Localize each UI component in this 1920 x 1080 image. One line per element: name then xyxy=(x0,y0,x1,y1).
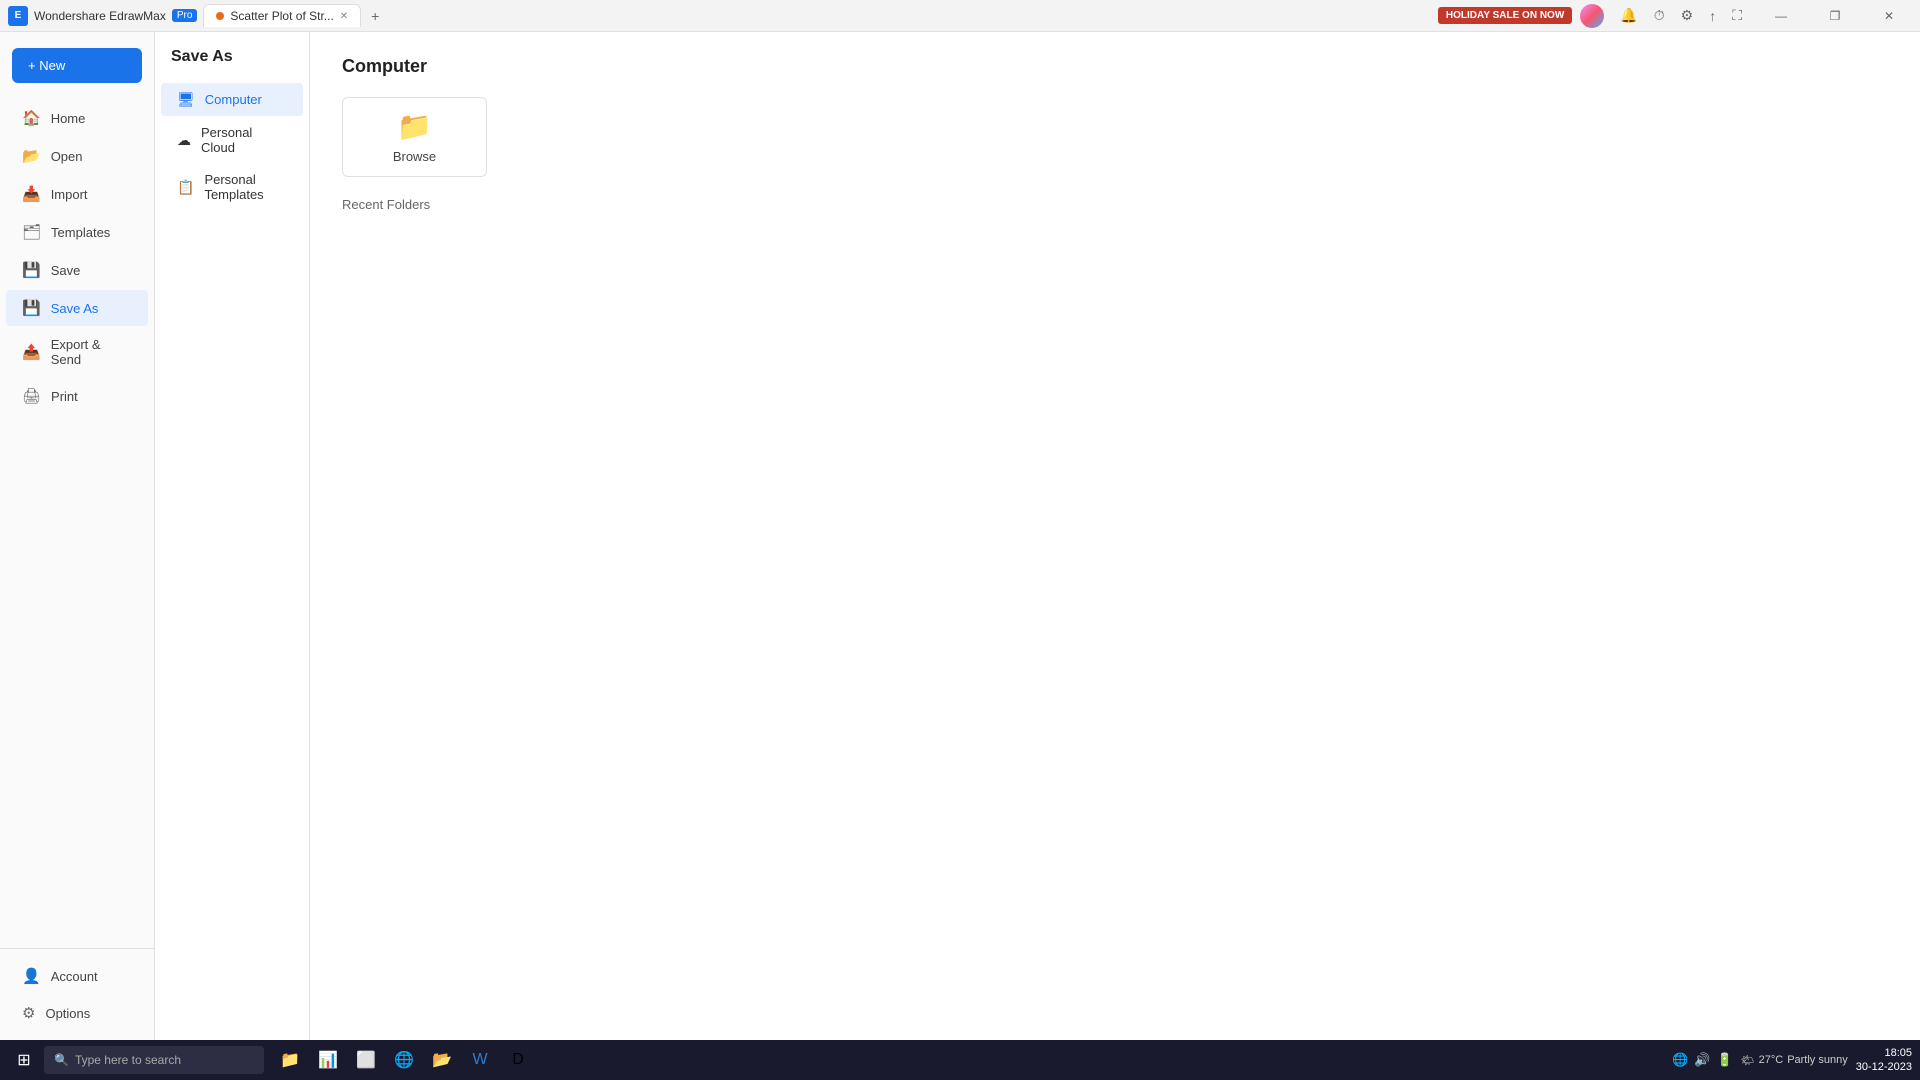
taskbar-time: 18:05 30-12-2023 xyxy=(1856,1046,1912,1075)
account-icon: 👤 xyxy=(22,967,41,985)
taskbar-app-word[interactable]: W xyxy=(462,1042,498,1078)
titlebar: E Wondershare EdrawMax Pro Scatter Plot … xyxy=(0,0,1920,32)
app-body: + New 🏠 Home 📂 Open 📥 Import 🗂 Templates… xyxy=(0,32,1920,1040)
timer-icon[interactable]: ⏱ xyxy=(1646,7,1673,24)
taskbar-app-filemanager[interactable]: 📂 xyxy=(424,1042,460,1078)
app-name: Wondershare EdrawMax xyxy=(34,9,166,23)
sidebar-item-import-label: Import xyxy=(51,187,88,202)
sidebar-item-options[interactable]: ⚙ Options xyxy=(6,995,148,1031)
sidebar-item-print[interactable]: 🖨 Print xyxy=(6,378,148,414)
sidebar-item-templates-label: Templates xyxy=(51,225,110,240)
minimize-button[interactable]: — xyxy=(1758,0,1804,32)
templates-icon: 🗂 xyxy=(22,223,41,241)
battery-icon[interactable]: 🔋 xyxy=(1716,1052,1732,1068)
middle-item-personal-cloud[interactable]: ☁ Personal Cloud xyxy=(161,117,303,163)
tab-close-button[interactable]: ✕ xyxy=(340,11,348,22)
middle-panel-title: Save As xyxy=(155,48,309,82)
app-logo: E xyxy=(8,6,28,26)
taskbar-search[interactable]: 🔍 Type here to search xyxy=(44,1046,264,1074)
taskbar-app-files[interactable]: 📊 xyxy=(310,1042,346,1078)
avatar[interactable] xyxy=(1580,4,1604,28)
computer-icon: 🖥 xyxy=(177,91,195,108)
export-icon: 📤 xyxy=(22,343,41,361)
new-tab-button[interactable]: + xyxy=(365,6,385,26)
options-icon: ⚙ xyxy=(22,1004,35,1022)
settings-icon[interactable]: ⚙ xyxy=(1673,7,1702,24)
volume-icon[interactable]: 🔊 xyxy=(1694,1052,1710,1068)
date: 30-12-2023 xyxy=(1856,1060,1912,1074)
import-icon: 📥 xyxy=(22,185,41,203)
sidebar-item-home[interactable]: 🏠 Home xyxy=(6,100,148,136)
sidebar-item-options-label: Options xyxy=(45,1006,90,1021)
weather-temp: 27°C xyxy=(1759,1054,1784,1066)
sidebar-item-save[interactable]: 💾 Save xyxy=(6,252,148,288)
sidebar-item-account-label: Account xyxy=(51,969,98,984)
content-title: Computer xyxy=(342,56,1888,77)
holiday-sale-badge[interactable]: HOLIDAY SALE ON NOW xyxy=(1438,7,1572,24)
weather-widget: 🌤 27°C Partly sunny xyxy=(1741,1054,1848,1067)
sidebar: + New 🏠 Home 📂 Open 📥 Import 🗂 Templates… xyxy=(0,32,155,1040)
main-content: Computer 📁 Browse Recent Folders xyxy=(310,32,1920,1040)
personal-templates-icon: 📋 xyxy=(177,179,194,196)
open-icon: 📂 xyxy=(22,147,41,165)
middle-item-personal-templates-label: Personal Templates xyxy=(204,172,287,202)
titlebar-right: HOLIDAY SALE ON NOW 🔔 ⏱ ⚙ ↑ ⛶ — ❐ ✕ xyxy=(1438,0,1912,32)
taskbar: ⊞ 🔍 Type here to search 📁 📊 ⬜ 🌐 📂 W D 🌐 … xyxy=(0,1040,1920,1080)
tab-title: Scatter Plot of Str... xyxy=(230,9,333,23)
fullscreen-icon[interactable]: ⛶ xyxy=(1724,7,1750,24)
new-button[interactable]: + New xyxy=(12,48,142,83)
save-as-icon: 💾 xyxy=(22,299,41,317)
cloud-icon: ☁ xyxy=(177,132,191,149)
sidebar-item-save-as-label: Save As xyxy=(51,301,99,316)
active-tab[interactable]: Scatter Plot of Str... ✕ xyxy=(203,4,361,27)
tab-modified-dot xyxy=(216,12,224,20)
share-icon[interactable]: ↑ xyxy=(1701,8,1724,24)
pro-badge: Pro xyxy=(172,9,198,22)
taskbar-app-edge[interactable]: 🌐 xyxy=(386,1042,422,1078)
sidebar-item-open-label: Open xyxy=(51,149,83,164)
sidebar-item-import[interactable]: 📥 Import xyxy=(6,176,148,212)
sidebar-bottom: 👤 Account ⚙ Options xyxy=(0,948,154,1032)
start-button[interactable]: ⊞ xyxy=(8,1044,40,1076)
network-icon[interactable]: 🌐 xyxy=(1672,1052,1688,1068)
clock: 18:05 xyxy=(1856,1046,1912,1060)
sidebar-item-home-label: Home xyxy=(51,111,86,126)
taskbar-app-edrawmax[interactable]: D xyxy=(500,1042,536,1078)
close-button[interactable]: ✕ xyxy=(1866,0,1912,32)
home-icon: 🏠 xyxy=(22,109,41,127)
middle-item-computer-label: Computer xyxy=(205,92,262,107)
browse-card[interactable]: 📁 Browse xyxy=(342,97,487,177)
sys-tray: 🌐 🔊 🔋 xyxy=(1672,1052,1733,1068)
title-icons: 🔔 ⏱ ⚙ ↑ ⛶ xyxy=(1612,7,1750,24)
save-icon: 💾 xyxy=(22,261,41,279)
middle-item-computer[interactable]: 🖥 Computer xyxy=(161,83,303,116)
weather-icon: 🌤 xyxy=(1741,1054,1755,1067)
sidebar-item-export-send[interactable]: 📤 Export & Send xyxy=(6,328,148,376)
sidebar-item-print-label: Print xyxy=(51,389,78,404)
middle-panel: Save As 🖥 Computer ☁ Personal Cloud 📋 Pe… xyxy=(155,32,310,1040)
taskbar-right: 🌐 🔊 🔋 🌤 27°C Partly sunny 18:05 30-12-20… xyxy=(1672,1046,1912,1075)
titlebar-left: E Wondershare EdrawMax Pro Scatter Plot … xyxy=(8,4,385,27)
notification-icon[interactable]: 🔔 xyxy=(1612,7,1645,24)
middle-item-personal-templates[interactable]: 📋 Personal Templates xyxy=(161,164,303,210)
sidebar-item-templates[interactable]: 🗂 Templates xyxy=(6,214,148,250)
browse-label: Browse xyxy=(393,149,436,164)
sidebar-item-export-label: Export & Send xyxy=(51,337,132,367)
titlebar-tabs: Scatter Plot of Str... ✕ + xyxy=(203,4,385,27)
taskbar-app-explorer[interactable]: 📁 xyxy=(272,1042,308,1078)
sidebar-item-open[interactable]: 📂 Open xyxy=(6,138,148,174)
taskbar-search-icon: 🔍 xyxy=(54,1053,69,1067)
taskbar-apps: 📁 📊 ⬜ 🌐 📂 W D xyxy=(272,1042,536,1078)
sidebar-item-save-label: Save xyxy=(51,263,81,278)
sidebar-item-save-as[interactable]: 💾 Save As xyxy=(6,290,148,326)
taskbar-app-taskview[interactable]: ⬜ xyxy=(348,1042,384,1078)
middle-item-personal-cloud-label: Personal Cloud xyxy=(201,125,287,155)
folder-icon: 📁 xyxy=(397,110,432,143)
restore-button[interactable]: ❐ xyxy=(1812,0,1858,32)
weather-desc: Partly sunny xyxy=(1787,1054,1848,1066)
sidebar-item-account[interactable]: 👤 Account xyxy=(6,958,148,994)
print-icon: 🖨 xyxy=(22,387,41,405)
taskbar-search-placeholder: Type here to search xyxy=(75,1053,181,1067)
recent-folders-label: Recent Folders xyxy=(342,197,1888,212)
